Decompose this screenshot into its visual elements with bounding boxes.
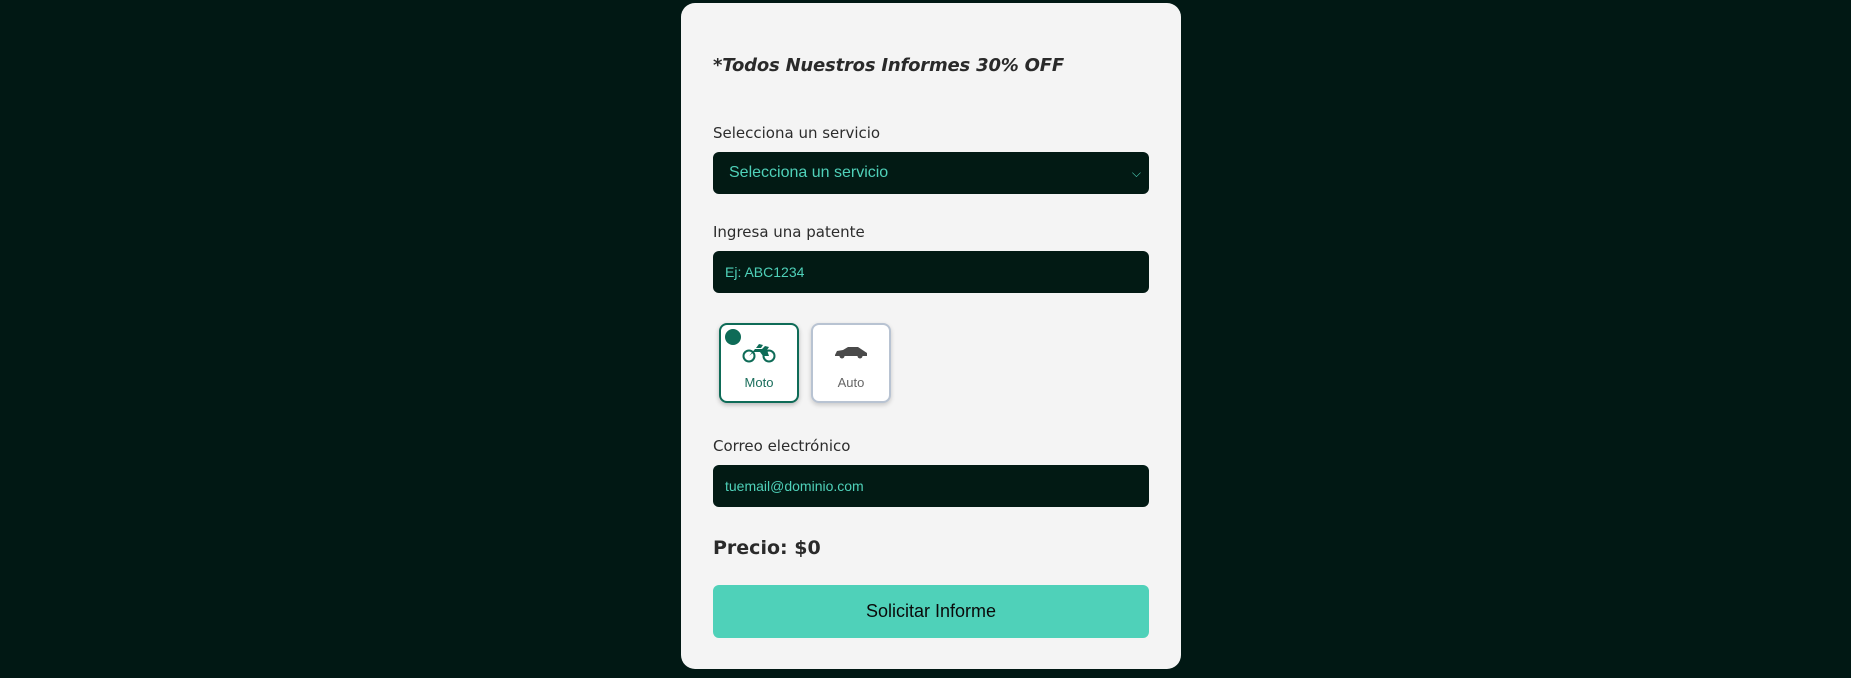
- report-form-card: *Todos Nuestros Informes 30% OFF Selecci…: [681, 3, 1181, 669]
- email-label: Correo electrónico: [713, 437, 851, 455]
- motorcycle-icon: [742, 339, 776, 365]
- promo-heading: *Todos Nuestros Informes 30% OFF: [713, 55, 1064, 76]
- vehicle-option-auto[interactable]: Auto: [811, 323, 891, 403]
- service-select-value: Selecciona un servicio: [729, 164, 889, 181]
- selected-indicator: [725, 329, 741, 345]
- email-input[interactable]: tuemail@dominio.com: [713, 465, 1149, 507]
- service-label: Selecciona un servicio: [713, 124, 881, 142]
- car-icon: [833, 339, 869, 365]
- service-select[interactable]: Selecciona un servicio ⌵: [713, 152, 1149, 194]
- vehicle-label-auto: Auto: [837, 375, 865, 390]
- plate-label: Ingresa una patente: [713, 223, 865, 241]
- plate-input[interactable]: Ej: ABC1234: [713, 251, 1149, 293]
- price-display: Precio: $0: [713, 537, 821, 559]
- submit-report-button[interactable]: Solicitar Informe: [713, 585, 1149, 638]
- vehicle-label-moto: Moto: [744, 375, 774, 390]
- chevron-down-icon: ⌵: [1131, 165, 1141, 180]
- plate-input-placeholder: Ej: ABC1234: [725, 264, 805, 280]
- email-input-placeholder: tuemail@dominio.com: [725, 478, 864, 494]
- vehicle-option-moto[interactable]: Moto: [719, 323, 799, 403]
